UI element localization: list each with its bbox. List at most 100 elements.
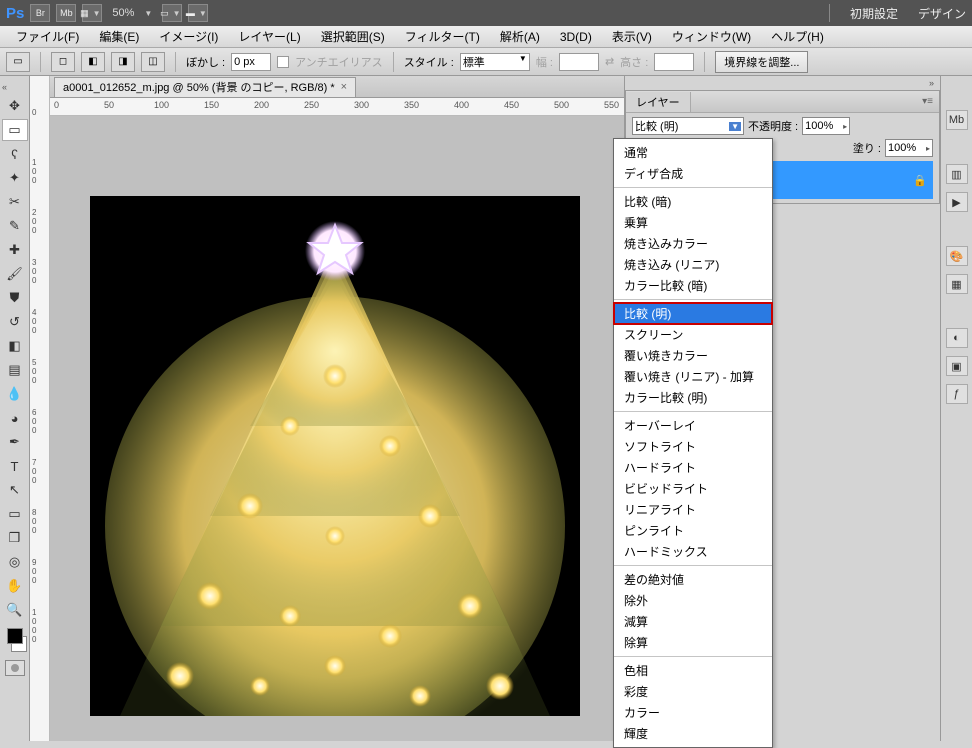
layers-tab[interactable]: レイヤー <box>626 92 691 112</box>
blend-option[interactable]: 乗算 <box>614 212 772 233</box>
blend-option[interactable]: 彩度 <box>614 681 772 702</box>
menu-view[interactable]: 表示(V) <box>602 25 662 48</box>
blend-option[interactable]: 減算 <box>614 611 772 632</box>
history-brush-tool-icon[interactable]: ↺ <box>2 311 28 333</box>
actions-icon[interactable]: ▶ <box>946 192 968 212</box>
type-tool-icon[interactable]: T <box>2 455 28 477</box>
blend-option[interactable]: スクリーン <box>614 324 772 345</box>
blend-option[interactable]: ハードライト <box>614 457 772 478</box>
menu-filter[interactable]: フィルター(T) <box>395 25 490 48</box>
selmode-add-icon[interactable]: ◧ <box>81 52 105 72</box>
zoom-tool-icon[interactable]: 🔍 <box>2 599 28 621</box>
dodge-tool-icon[interactable]: ◕ <box>2 407 28 429</box>
blend-mode-select[interactable]: 比較 (明)▼ <box>632 117 744 135</box>
blend-option[interactable]: 覆い焼きカラー <box>614 345 772 366</box>
marquee-tool-icon[interactable]: ▭ <box>6 52 30 72</box>
color-swatches[interactable] <box>0 628 29 652</box>
zoom-dropdown-icon[interactable]: ▼ <box>140 9 156 18</box>
blend-option[interactable]: 比較 (暗) <box>614 191 772 212</box>
panels-collapse-icon[interactable]: » <box>625 76 940 90</box>
blur-tool-icon[interactable]: 💧 <box>2 383 28 405</box>
zoom-level[interactable]: 50% <box>112 7 134 19</box>
document-tabs: a0001_012652_m.jpg @ 50% (背景 のコピー, RGB/8… <box>50 76 624 98</box>
blend-mode-dropdown[interactable]: 通常ディザ合成比較 (暗)乗算焼き込みカラー焼き込み (リニア)カラー比較 (暗… <box>613 138 773 748</box>
blend-option[interactable]: ディザ合成 <box>614 163 772 184</box>
menu-edit[interactable]: 編集(E) <box>89 25 149 48</box>
marquee-tool-icon[interactable]: ▭ <box>2 119 28 141</box>
masks-icon[interactable]: ▣ <box>946 356 968 376</box>
blend-option[interactable]: ソフトライト <box>614 436 772 457</box>
menu-window[interactable]: ウィンドウ(W) <box>662 25 761 48</box>
hand-tool-icon[interactable]: ✋ <box>2 575 28 597</box>
canvas[interactable] <box>50 116 624 741</box>
wand-tool-icon[interactable]: ✦ <box>2 167 28 189</box>
blend-option[interactable]: 色相 <box>614 660 772 681</box>
menu-layer[interactable]: レイヤー(L) <box>228 25 310 48</box>
blend-option[interactable]: 差の絶対値 <box>614 569 772 590</box>
swatches-icon[interactable]: ▦ <box>946 274 968 294</box>
blend-option[interactable]: ビビッドライト <box>614 478 772 499</box>
brush-tool-icon[interactable]: 🖌 <box>2 263 28 285</box>
move-tool-icon[interactable]: ✥ <box>2 95 28 117</box>
style-select[interactable]: 標準 ▼ <box>460 53 530 71</box>
blend-option[interactable]: カラー比較 (明) <box>614 387 772 408</box>
menu-image[interactable]: イメージ(I) <box>149 25 228 48</box>
menu-3d[interactable]: 3D(D) <box>550 27 602 47</box>
crop-tool-icon[interactable]: ✂ <box>2 191 28 213</box>
menu-file[interactable]: ファイル(F) <box>6 25 89 48</box>
blend-option[interactable]: オーバーレイ <box>614 415 772 436</box>
lasso-tool-icon[interactable]: ʕ <box>2 143 28 165</box>
selmode-intersect-icon[interactable]: ◫ <box>141 52 165 72</box>
menu-select[interactable]: 選択範囲(S) <box>311 25 395 48</box>
blend-option[interactable]: 焼き込みカラー <box>614 233 772 254</box>
blend-option[interactable]: 通常 <box>614 142 772 163</box>
eyedropper-tool-icon[interactable]: ✎ <box>2 215 28 237</box>
blend-option[interactable]: 除外 <box>614 590 772 611</box>
path-tool-icon[interactable]: ↖ <box>2 479 28 501</box>
menu-analysis[interactable]: 解析(A) <box>490 25 550 48</box>
blend-option[interactable]: 焼き込み (リニア) <box>614 254 772 275</box>
foreground-swatch[interactable] <box>7 628 23 644</box>
fill-input[interactable]: 100%▸ <box>885 139 933 157</box>
color-icon[interactable]: 🎨 <box>946 246 968 266</box>
blend-option[interactable]: 比較 (明) <box>614 303 772 324</box>
view-extras-button[interactable]: ▭▼ <box>162 4 182 22</box>
bridge-button[interactable]: Br <box>30 4 50 22</box>
adjustments-icon[interactable]: ◐ <box>946 328 968 348</box>
blend-option[interactable]: ハードミックス <box>614 541 772 562</box>
healing-tool-icon[interactable]: ✚ <box>2 239 28 261</box>
blend-option[interactable]: 覆い焼き (リニア) - 加算 <box>614 366 772 387</box>
blend-option[interactable]: リニアライト <box>614 499 772 520</box>
screenmode-button[interactable]: ▬▼ <box>188 4 208 22</box>
document-tab[interactable]: a0001_012652_m.jpg @ 50% (背景 のコピー, RGB/8… <box>54 77 356 97</box>
shape-tool-icon[interactable]: ▭ <box>2 503 28 525</box>
minibridge-button[interactable]: Mb <box>56 4 76 22</box>
stamp-tool-icon[interactable]: ⛊ <box>2 287 28 309</box>
workspace-essentials[interactable]: 初期設定 <box>850 5 898 22</box>
selmode-new-icon[interactable]: ◻ <box>51 52 75 72</box>
pen-tool-icon[interactable]: ✒ <box>2 431 28 453</box>
gradient-tool-icon[interactable]: ▤ <box>2 359 28 381</box>
close-tab-icon[interactable]: × <box>341 81 347 93</box>
styles-icon[interactable]: ƒ <box>946 384 968 404</box>
panel-menu-icon[interactable]: ▾≡ <box>922 96 933 107</box>
blend-option[interactable]: ピンライト <box>614 520 772 541</box>
menu-help[interactable]: ヘルプ(H) <box>761 25 834 48</box>
3d-camera-tool-icon[interactable]: ◎ <box>2 551 28 573</box>
blend-option[interactable]: 除算 <box>614 632 772 653</box>
workspace-design[interactable]: デザイン <box>918 5 966 22</box>
feather-input[interactable] <box>231 53 271 71</box>
document-area: a0001_012652_m.jpg @ 50% (背景 のコピー, RGB/8… <box>50 76 624 741</box>
history-icon[interactable]: ▥ <box>946 164 968 184</box>
viewarrange-button[interactable]: ▦▼ <box>82 4 102 22</box>
blend-option[interactable]: カラー比較 (暗) <box>614 275 772 296</box>
refine-edge-button[interactable]: 境界線を調整... <box>715 51 808 73</box>
minibridge-icon[interactable]: Mb <box>946 110 968 130</box>
opacity-input[interactable]: 100%▸ <box>802 117 850 135</box>
blend-option[interactable]: カラー <box>614 702 772 723</box>
selmode-sub-icon[interactable]: ◨ <box>111 52 135 72</box>
toolbox-collapse-icon[interactable]: « <box>0 80 29 94</box>
eraser-tool-icon[interactable]: ◧ <box>2 335 28 357</box>
3d-tool-icon[interactable]: ❒ <box>2 527 28 549</box>
quickmask-icon[interactable] <box>5 660 25 676</box>
